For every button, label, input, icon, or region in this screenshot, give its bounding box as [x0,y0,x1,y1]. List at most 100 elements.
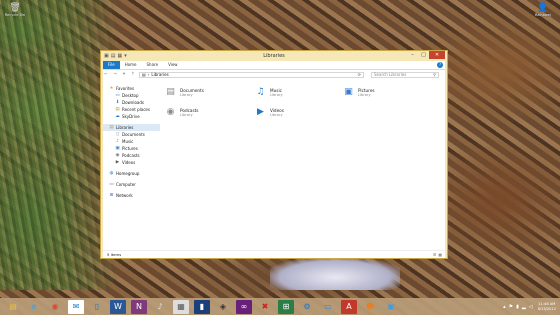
photos-icon[interactable]: ▣ [383,300,399,314]
calculator-icon[interactable]: ▦ [173,299,189,314]
nav-desktop-label: Desktop [122,93,139,98]
windows-store-icon[interactable]: ⊞ [278,299,294,314]
nav-desktop[interactable]: ▭ Desktop [103,92,160,99]
nav-libraries-label: Libraries [116,125,134,130]
games-icon[interactable]: ◈ [215,300,231,314]
nav-pictures[interactable]: ▣ Pictures [103,145,160,152]
settings-icon[interactable]: ⚙ [299,300,315,314]
nav-documents[interactable]: ▯ Documents [103,131,160,138]
nav-pictures-label: Pictures [122,146,138,151]
flag-icon[interactable]: ⚑ [509,304,513,310]
nav-downloads[interactable]: ⬇ Downloads [103,99,160,106]
recycle-bin-desktop-icon[interactable]: 🗑 Recycle Bin [4,3,26,17]
outlook-icon[interactable]: ✉ [68,299,84,314]
search-icon[interactable]: ⚲ [433,72,436,77]
library-item-podcasts[interactable]: ◉ Podcasts Library [164,107,199,118]
nav-recent-places-label: Recent places [122,107,150,112]
battery-icon[interactable]: ▮ [516,304,519,310]
explorer-window: ▣ ▤ ▦ ▾ Libraries – □ ✕ File Home Share … [100,50,448,259]
search-input[interactable]: Search Libraries ⚲ [371,71,439,78]
taskbar: ▤ e ◉ ✉ ▯ W N ♪ ▦ ▮ ◈ ∞ ✖ ⊞ ⚙ ▭ A ☻ ▣ ▴ … [0,298,560,315]
people-icon[interactable]: ☻ [362,300,378,314]
address-bar[interactable]: ▤ › Libraries ⟳ [139,71,364,78]
word-icon[interactable]: W [110,299,126,314]
tab-view[interactable]: View [163,61,183,69]
recent-locations-icon[interactable]: ▾ [121,72,127,77]
onenote-icon[interactable]: N [131,299,147,314]
recent-places-icon: ▤ [115,107,120,112]
large-icons-view-icon[interactable]: ▦ [438,252,442,257]
tab-home[interactable]: Home [120,61,142,69]
nav-skydrive[interactable]: ☁ SkyDrive [103,113,160,120]
nav-videos[interactable]: ▶ Videos [103,159,160,166]
network-signal-icon[interactable]: ▂ [522,304,526,310]
star-icon: ★ [109,86,114,91]
details-view-icon[interactable]: ☰ [433,252,436,257]
library-item-music[interactable]: ♫ Music Library [254,87,282,98]
network-monitor-icon[interactable]: ▮ [194,299,210,314]
nav-music[interactable]: ♪ Music [103,138,160,145]
clock[interactable]: 11:48 AM 8/13/2012 [538,302,556,311]
nav-documents-label: Documents [122,132,145,137]
window-title: Libraries [263,53,285,59]
nav-videos-label: Videos [122,160,136,165]
nav-homegroup[interactable]: ◍ Homegroup [103,170,160,177]
nav-network-label: Network [116,193,133,198]
computer-icon: ▭ [109,182,114,187]
downloads-icon: ⬇ [115,100,120,105]
pictures-icon: ▣ [115,146,120,151]
music-player-icon[interactable]: ♪ [152,300,168,314]
show-hidden-icons-icon[interactable]: ▴ [503,304,506,310]
music-library-icon: ♫ [256,87,265,97]
nav-computer[interactable]: ▭ Computer [103,181,160,188]
library-item-documents[interactable]: ▤ Documents Library [164,87,204,98]
minimize-button[interactable]: – [407,51,418,59]
nav-libraries[interactable]: ▤ Libraries [103,124,160,131]
media-icon[interactable]: ✖ [257,300,273,314]
user-folder-label: Rainbowj [535,13,551,17]
tab-file[interactable]: File [103,61,120,69]
clock-date: 8/13/2012 [537,306,556,311]
nav-recent-places[interactable]: ▤ Recent places [103,106,160,113]
library-type: Library [270,113,283,117]
user-folder-desktop-icon[interactable]: 👤 Rainbowj [532,3,554,17]
maximize-button[interactable]: □ [418,51,429,59]
breadcrumb-libraries[interactable]: Libraries [151,72,168,77]
nav-computer-label: Computer [116,182,136,187]
internet-explorer-icon[interactable]: e [26,300,42,314]
acrobat-icon[interactable]: A [341,299,357,314]
library-type: Library [180,113,193,117]
remote-desktop-icon[interactable]: ▭ [320,300,336,314]
forward-arrow-icon[interactable]: → [112,72,118,77]
documents-icon: ▯ [116,132,119,137]
refresh-icon[interactable]: ⟳ [358,72,361,77]
nav-downloads-label: Downloads [122,100,144,105]
desktop-icon: ▭ [115,93,120,98]
skydrive-icon: ☁ [115,114,120,119]
library-item-videos[interactable]: ▶ Videos Library [254,107,284,118]
nav-podcasts-label: Podcasts [122,153,140,158]
library-item-pictures[interactable]: ▣ Pictures Library [342,87,374,98]
navigation-pane: ★ Favorites ▭ Desktop ⬇ Downloads ▤ Recent p… [103,79,160,250]
word-doc-icon[interactable]: ▯ [89,300,105,314]
chrome-icon[interactable]: ◉ [47,300,63,314]
search-placeholder: Search Libraries [374,72,407,77]
nav-favorites[interactable]: ★ Favorites [103,85,160,92]
ribbon-tabs: File Home Share View ? [103,61,445,70]
back-arrow-icon[interactable]: ← [103,72,109,77]
file-explorer-icon[interactable]: ▤ [5,300,21,314]
close-button[interactable]: ✕ [429,51,445,59]
nav-podcasts[interactable]: ◉ Podcasts [103,152,160,159]
breadcrumb-separator-icon: › [147,72,150,77]
visual-studio-icon[interactable]: ∞ [236,299,252,314]
nav-skydrive-label: SkyDrive [122,114,140,119]
nav-network[interactable]: ⊞ Network [103,192,160,199]
tab-share[interactable]: Share [142,61,164,69]
recycle-bin-icon: 🗑 [9,3,21,13]
videos-library-icon: ▶ [257,107,264,117]
help-icon[interactable]: ? [437,62,443,68]
title-bar[interactable]: ▣ ▤ ▦ ▾ Libraries – □ ✕ [101,51,447,61]
volume-icon[interactable]: ◁ [529,304,533,310]
nav-favorites-label: Favorites [116,86,135,91]
up-arrow-icon[interactable]: ↑ [130,72,136,77]
